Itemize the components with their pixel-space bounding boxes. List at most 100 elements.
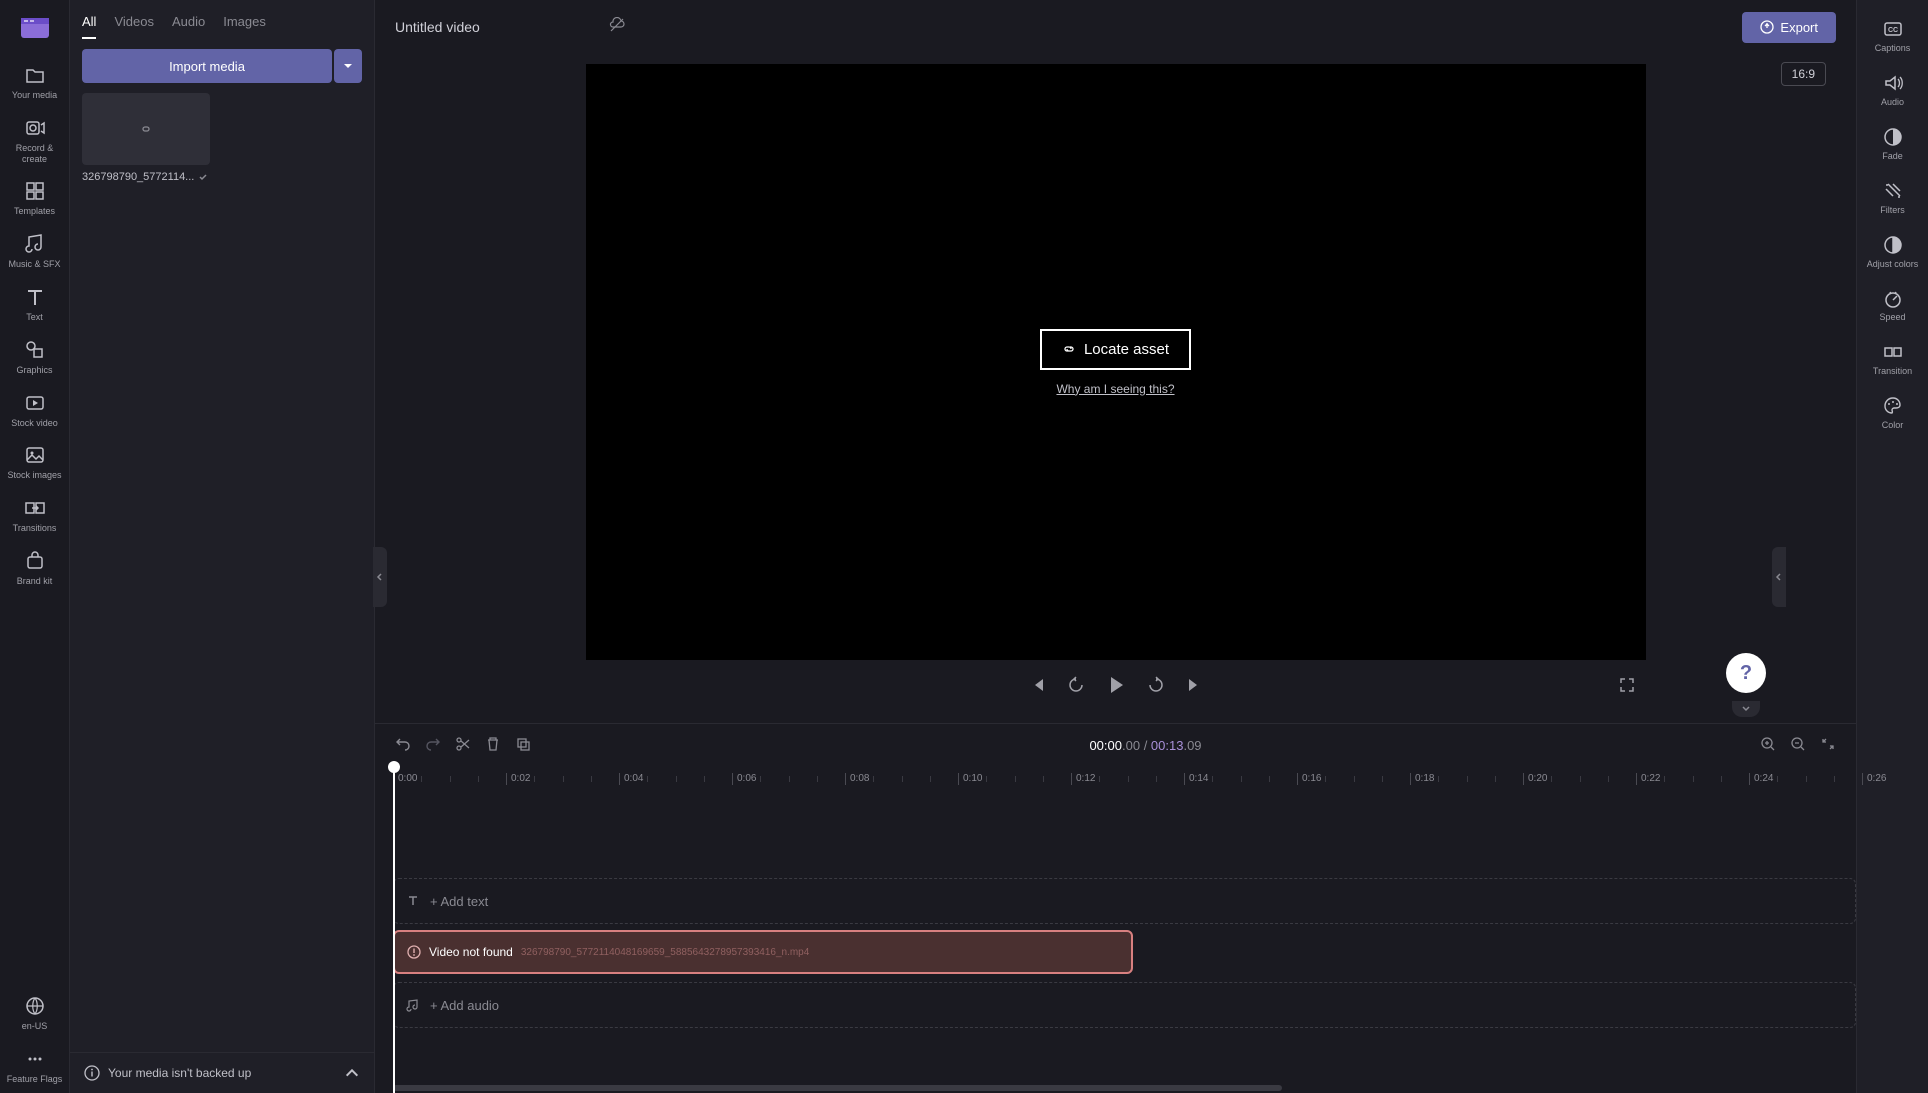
ruler-tick: 0:06: [732, 773, 756, 785]
graphics-icon: [24, 339, 46, 361]
text-track[interactable]: + Add text: [393, 878, 1856, 924]
media-tab-videos[interactable]: Videos: [114, 14, 154, 39]
locate-asset-button[interactable]: Locate asset: [1040, 329, 1191, 370]
help-button[interactable]: ?: [1726, 653, 1766, 693]
export-icon: [1760, 20, 1774, 34]
playhead[interactable]: [393, 766, 395, 1093]
media-tab-all[interactable]: All: [82, 14, 96, 39]
your-media-icon: [24, 64, 46, 86]
right-rail-captions[interactable]: CCCaptions: [1875, 18, 1911, 54]
right-rail-adjust-colors[interactable]: Adjust colors: [1867, 234, 1919, 270]
rail-transitions[interactable]: Transitions: [5, 489, 65, 542]
rail-templates[interactable]: Templates: [5, 172, 65, 225]
rail-text[interactable]: Text: [5, 278, 65, 331]
right-rail-filters[interactable]: Filters: [1880, 180, 1905, 216]
import-media-dropdown[interactable]: [334, 49, 362, 83]
fullscreen-button[interactable]: [1618, 676, 1636, 694]
media-tab-audio[interactable]: Audio: [172, 14, 205, 39]
track-spacer[interactable]: [393, 792, 1856, 872]
collapse-right-panel-handle[interactable]: [1772, 547, 1786, 607]
skip-end-button[interactable]: [1185, 676, 1203, 694]
transition-icon: [1882, 341, 1904, 363]
speed-icon: [1882, 287, 1904, 309]
play-button[interactable]: [1105, 674, 1127, 696]
topbar: Export: [375, 0, 1856, 54]
redo-button[interactable]: [425, 736, 441, 755]
rail-stock-images[interactable]: Stock images: [5, 436, 65, 489]
backup-warning-bar[interactable]: Your media isn't backed up: [70, 1052, 374, 1093]
import-media-button[interactable]: Import media: [82, 49, 332, 83]
timeline-scrollbar[interactable]: [375, 1083, 1856, 1093]
media-tabs: All Videos Audio Images: [70, 0, 374, 39]
zoom-fit-button[interactable]: [1820, 736, 1836, 755]
stock-video-icon: [24, 392, 46, 414]
video-clip-missing[interactable]: Video not found 326798790_57721140481696…: [393, 930, 1133, 974]
rail-your-media[interactable]: Your media: [5, 56, 65, 109]
zoom-in-button[interactable]: [1760, 736, 1776, 755]
timeline-ruler[interactable]: 0:000:020:040:060:080:100:120:140:160:18…: [393, 766, 1856, 792]
stock-images-icon: [24, 444, 46, 466]
right-rail-fade[interactable]: Fade: [1882, 126, 1904, 162]
media-tab-images[interactable]: Images: [223, 14, 266, 39]
playback-controls: [586, 660, 1646, 710]
ruler-tick: 0:20: [1523, 773, 1547, 785]
delete-button[interactable]: [485, 736, 501, 755]
rail-record-create[interactable]: Record & create: [5, 109, 65, 173]
feature-flags-icon: [24, 1048, 46, 1070]
rail-feature-flags[interactable]: Feature Flags: [5, 1040, 65, 1093]
media-item[interactable]: 326798790_5772114...: [82, 93, 210, 183]
split-button[interactable]: [455, 736, 471, 755]
right-rail-speed[interactable]: Speed: [1879, 287, 1905, 323]
svg-text:CC: CC: [1887, 27, 1897, 34]
info-icon: [84, 1065, 100, 1081]
app-logo[interactable]: [15, 8, 55, 48]
media-panel: All Videos Audio Images Import media 326798…: [70, 0, 375, 1093]
backup-warning-text: Your media isn't backed up: [108, 1066, 251, 1080]
right-rail-audio[interactable]: Audio: [1881, 72, 1904, 108]
ruler-tick: 0:02: [506, 773, 530, 785]
left-rail: Your mediaRecord & createTemplatesMusic …: [0, 0, 70, 1093]
locale-icon: [24, 995, 46, 1017]
captions-icon: CC: [1882, 18, 1904, 40]
adjust-colors-icon: [1882, 234, 1904, 256]
warning-icon: [407, 945, 421, 959]
cloud-off-icon[interactable]: [609, 17, 625, 38]
video-title-input[interactable]: [395, 19, 595, 35]
help-expand-button[interactable]: [1732, 701, 1760, 717]
why-seeing-this-link[interactable]: Why am I seeing this?: [1056, 382, 1174, 396]
rail-locale[interactable]: en-US: [5, 987, 65, 1040]
templates-icon: [24, 180, 46, 202]
duplicate-button[interactable]: [515, 736, 531, 755]
collapse-left-panel-handle[interactable]: [373, 547, 387, 607]
aspect-ratio-selector[interactable]: 16:9: [1781, 62, 1826, 86]
filters-icon: [1882, 180, 1904, 202]
link-icon: [137, 120, 155, 138]
transitions-icon: [24, 497, 46, 519]
link-icon: [1062, 342, 1076, 356]
rail-brand-kit[interactable]: Brand kit: [5, 542, 65, 595]
export-button[interactable]: Export: [1742, 12, 1836, 43]
seek-back-button[interactable]: [1067, 676, 1085, 694]
record-create-icon: [24, 117, 46, 139]
ruler-tick: 0:08: [845, 773, 869, 785]
rail-stock-video[interactable]: Stock video: [5, 384, 65, 437]
check-icon: [198, 172, 208, 182]
video-track[interactable]: Video not found 326798790_57721140481696…: [393, 930, 1856, 976]
right-rail-transition[interactable]: Transition: [1873, 341, 1912, 377]
rail-music-sfx[interactable]: Music & SFX: [5, 225, 65, 278]
fade-icon: [1882, 126, 1904, 148]
chevron-up-icon: [344, 1065, 360, 1081]
zoom-out-button[interactable]: [1790, 736, 1806, 755]
ruler-tick: 0:10: [958, 773, 982, 785]
ruler-tick: 0:00: [393, 773, 417, 785]
color-icon: [1882, 395, 1904, 417]
audio-track[interactable]: + Add audio: [393, 982, 1856, 1028]
undo-button[interactable]: [395, 736, 411, 755]
ruler-tick: 0:24: [1749, 773, 1773, 785]
right-rail-color[interactable]: Color: [1882, 395, 1904, 431]
skip-start-button[interactable]: [1029, 676, 1047, 694]
ruler-tick: 0:22: [1636, 773, 1660, 785]
text-icon: [24, 286, 46, 308]
seek-forward-button[interactable]: [1147, 676, 1165, 694]
rail-graphics[interactable]: Graphics: [5, 331, 65, 384]
